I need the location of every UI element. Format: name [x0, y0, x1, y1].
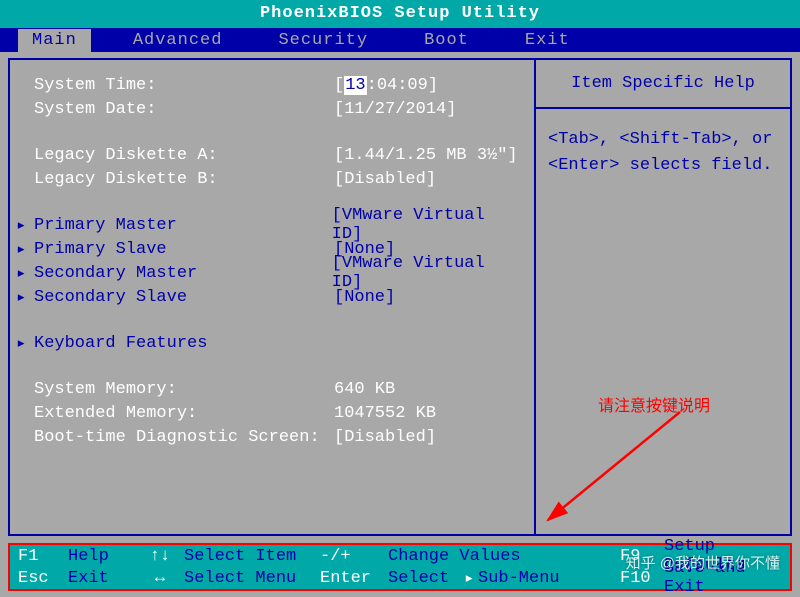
row-legacy-b[interactable]: Legacy Diskette B: [Disabled]: [34, 168, 524, 190]
row-boot-diag[interactable]: Boot-time Diagnostic Screen: [Disabled]: [34, 426, 524, 448]
row-system-date[interactable]: System Date: [11/27/2014]: [34, 98, 524, 120]
label-select-menu: Select Menu: [184, 569, 320, 588]
help-body: <Tab>, <Shift-Tab>, or <Enter> selects f…: [536, 109, 790, 196]
row-secondary-master[interactable]: ▸ Secondary Master [VMware Virtual ID]: [34, 262, 524, 284]
triangle-icon: ▸: [464, 568, 478, 589]
legacy-a-value[interactable]: [1.44/1.25 MB 3½"]: [334, 146, 518, 165]
main-area: System Time: [13:04:09] System Date: [11…: [8, 58, 792, 536]
row-system-memory: System Memory: 640 KB: [34, 378, 524, 400]
menu-boot[interactable]: Boot: [410, 29, 483, 52]
legacy-a-label: Legacy Diskette A:: [34, 146, 334, 165]
key-f1: F1: [18, 547, 68, 566]
triangle-icon: ▸: [16, 287, 26, 308]
settings-panel: System Time: [13:04:09] System Date: [11…: [10, 60, 534, 534]
primary-master-value[interactable]: [VMware Virtual ID]: [332, 206, 524, 244]
label-sub-menu: Sub-Menu: [478, 569, 620, 588]
menu-advanced[interactable]: Advanced: [119, 29, 237, 52]
triangle-icon: ▸: [16, 239, 26, 260]
label-help: Help: [68, 547, 136, 566]
menu-bar: Main Advanced Security Boot Exit: [0, 28, 800, 52]
menu-security[interactable]: Security: [264, 29, 382, 52]
help-panel: Item Specific Help <Tab>, <Shift-Tab>, o…: [534, 60, 790, 534]
annotation-text: 请注意按键说明: [598, 392, 710, 416]
row-keyboard-features[interactable]: ▸ Keyboard Features: [34, 332, 524, 354]
row-primary-master[interactable]: ▸ Primary Master [VMware Virtual ID]: [34, 214, 524, 236]
minusplus-icon: -/+: [320, 547, 388, 566]
primary-master-label: Primary Master: [34, 216, 332, 235]
key-esc: Esc: [18, 569, 68, 588]
system-memory-label: System Memory:: [34, 380, 334, 399]
primary-slave-label: Primary Slave: [34, 240, 334, 259]
extended-memory-label: Extended Memory:: [34, 404, 334, 423]
label-select: Select: [388, 569, 464, 588]
watermark: 知乎 @我的世界你不懂: [626, 552, 780, 573]
legacy-b-label: Legacy Diskette B:: [34, 170, 334, 189]
updown-icon: ↑↓: [136, 547, 184, 566]
triangle-icon: ▸: [16, 333, 26, 354]
row-legacy-a[interactable]: Legacy Diskette A: [1.44/1.25 MB 3½"]: [34, 144, 524, 166]
label-change-values: Change Values: [388, 547, 620, 566]
extended-memory-value: 1047552 KB: [334, 404, 436, 423]
keyboard-features-label: Keyboard Features: [34, 334, 334, 353]
leftright-icon: ↔: [136, 569, 184, 588]
triangle-icon: ▸: [16, 215, 26, 236]
system-date-label: System Date:: [34, 100, 334, 119]
system-memory-value: 640 KB: [334, 380, 395, 399]
key-enter: Enter: [320, 569, 388, 588]
row-extended-memory: Extended Memory: 1047552 KB: [34, 402, 524, 424]
legacy-b-value[interactable]: [Disabled]: [334, 170, 436, 189]
title-bar: PhoenixBIOS Setup Utility: [0, 0, 800, 28]
secondary-slave-value[interactable]: [None]: [334, 288, 395, 307]
help-title: Item Specific Help: [536, 60, 790, 109]
secondary-slave-label: Secondary Slave: [34, 288, 334, 307]
boot-diag-label: Boot-time Diagnostic Screen:: [34, 428, 334, 447]
label-select-item: Select Item: [184, 547, 320, 566]
secondary-master-value[interactable]: [VMware Virtual ID]: [332, 254, 524, 292]
boot-diag-value[interactable]: [Disabled]: [334, 428, 436, 447]
time-hh-cursor[interactable]: 13: [344, 76, 366, 95]
row-system-time[interactable]: System Time: [13:04:09]: [34, 74, 524, 96]
system-time-value[interactable]: [13:04:09]: [334, 76, 438, 95]
triangle-icon: ▸: [16, 263, 26, 284]
system-time-label: System Time:: [34, 76, 334, 95]
menu-main[interactable]: Main: [18, 29, 91, 52]
menu-exit[interactable]: Exit: [511, 29, 584, 52]
secondary-master-label: Secondary Master: [34, 264, 332, 283]
system-date-value[interactable]: [11/27/2014]: [334, 100, 456, 119]
label-exit: Exit: [68, 569, 136, 588]
